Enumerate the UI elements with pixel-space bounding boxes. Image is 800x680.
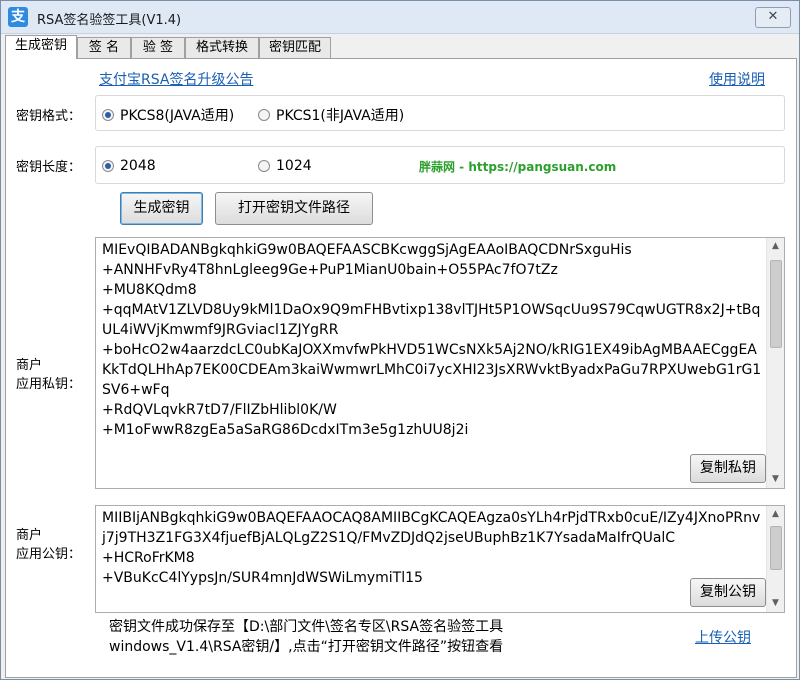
scroll-thumb[interactable] [770, 526, 782, 570]
scroll-up-arrow-icon[interactable]: ▲ [767, 238, 784, 255]
tab-key-match[interactable]: 密钥匹配 [259, 37, 331, 58]
radio-pkcs8-label: PKCS8(JAVA适用) [120, 108, 235, 124]
status-message: 密钥文件成功保存至【D:\部门文件\签名专区\RSA签名验签工具 windows… [109, 617, 503, 657]
window-title: RSA签名验签工具(V1.4) [37, 13, 182, 28]
scroll-thumb[interactable] [770, 260, 782, 348]
close-button[interactable]: ✕ [755, 7, 791, 28]
app-window: 支 RSA签名验签工具(V1.4) ✕ 生成密钥 签 名 验 签 格式转换 密钥… [0, 0, 800, 680]
key-length-label: 密钥长度： [16, 160, 82, 175]
scroll-down-arrow-icon[interactable]: ▼ [767, 471, 784, 488]
radio-1024-label: 1024 [276, 158, 312, 174]
public-key-text: MIIBIjANBgkqhkiG9w0BAQEFAAOCAQ8AMIIBCgKC… [102, 510, 761, 586]
private-key-label: 商户 应用私钥： [16, 356, 81, 394]
radio-1024-indicator [258, 160, 270, 172]
announcement-link[interactable]: 支付宝RSA签名升级公告 [99, 69, 253, 89]
help-link[interactable]: 使用说明 [709, 69, 765, 89]
private-key-scrollbar[interactable]: ▲ ▼ [766, 238, 784, 488]
alipay-logo-icon: 支 [8, 7, 28, 27]
private-key-text: MIEvQIBADANBgkqhkiG9w0BAQEFAASCBKcwggSjA… [102, 242, 762, 438]
radio-2048-indicator [102, 160, 114, 172]
copy-private-key-button[interactable]: 复制私钥 [690, 454, 766, 483]
public-key-label-line1: 商户 [16, 528, 43, 543]
radio-pkcs1-label: PKCS1(非JAVA适用) [276, 108, 405, 124]
key-format-group: PKCS8(JAVA适用) PKCS1(非JAVA适用) [95, 95, 785, 131]
radio-pkcs8-indicator [102, 109, 114, 121]
public-key-textarea[interactable]: MIIBIjANBgkqhkiG9w0BAQEFAAOCAQ8AMIIBCgKC… [95, 505, 785, 613]
public-key-scrollbar[interactable]: ▲ ▼ [766, 506, 784, 612]
radio-1024[interactable]: 1024 [258, 158, 312, 174]
radio-pkcs1-indicator [258, 109, 270, 121]
title-bar: 支 RSA签名验签工具(V1.4) ✕ [1, 1, 799, 34]
watermark-text: 胖蒜网 - https://pangsuan.com [419, 160, 617, 174]
upload-public-key-link[interactable]: 上传公钥 [695, 627, 751, 647]
radio-2048[interactable]: 2048 [102, 158, 156, 174]
tab-format-convert[interactable]: 格式转换 [185, 37, 259, 58]
key-format-label: 密钥格式： [16, 109, 82, 124]
radio-2048-label: 2048 [120, 158, 156, 174]
generate-key-button[interactable]: 生成密钥 [120, 192, 203, 225]
scroll-up-arrow-icon[interactable]: ▲ [767, 506, 784, 523]
private-key-textarea[interactable]: MIEvQIBADANBgkqhkiG9w0BAQEFAASCBKcwggSjA… [95, 237, 785, 489]
private-key-label-line2: 应用私钥： [16, 377, 82, 392]
private-key-label-line1: 商户 [16, 358, 43, 373]
public-key-label: 商户 应用公钥： [16, 526, 81, 564]
open-key-path-button[interactable]: 打开密钥文件路径 [215, 192, 373, 225]
scroll-down-arrow-icon[interactable]: ▼ [767, 595, 784, 612]
status-line2: windows_V1.4\RSA密钥/】,点击“打开密钥文件路径”按钮查看 [109, 639, 504, 655]
generate-key-panel: 支付宝RSA签名升级公告 使用说明 密钥格式： PKCS8(JAVA适用) PK… [5, 58, 797, 678]
tab-sign[interactable]: 签 名 [77, 37, 131, 58]
radio-pkcs1[interactable]: PKCS1(非JAVA适用) [258, 105, 404, 125]
key-length-group: 2048 1024 胖蒜网 - https://pangsuan.com [95, 146, 785, 184]
public-key-label-line2: 应用公钥： [16, 547, 82, 562]
tab-verify[interactable]: 验 签 [131, 37, 185, 58]
copy-public-key-button[interactable]: 复制公钥 [690, 578, 766, 607]
status-line1: 密钥文件成功保存至【D:\部门文件\签名专区\RSA签名验签工具 [109, 619, 504, 635]
radio-pkcs8[interactable]: PKCS8(JAVA适用) [102, 105, 234, 125]
tab-generate-key[interactable]: 生成密钥 [5, 35, 77, 59]
